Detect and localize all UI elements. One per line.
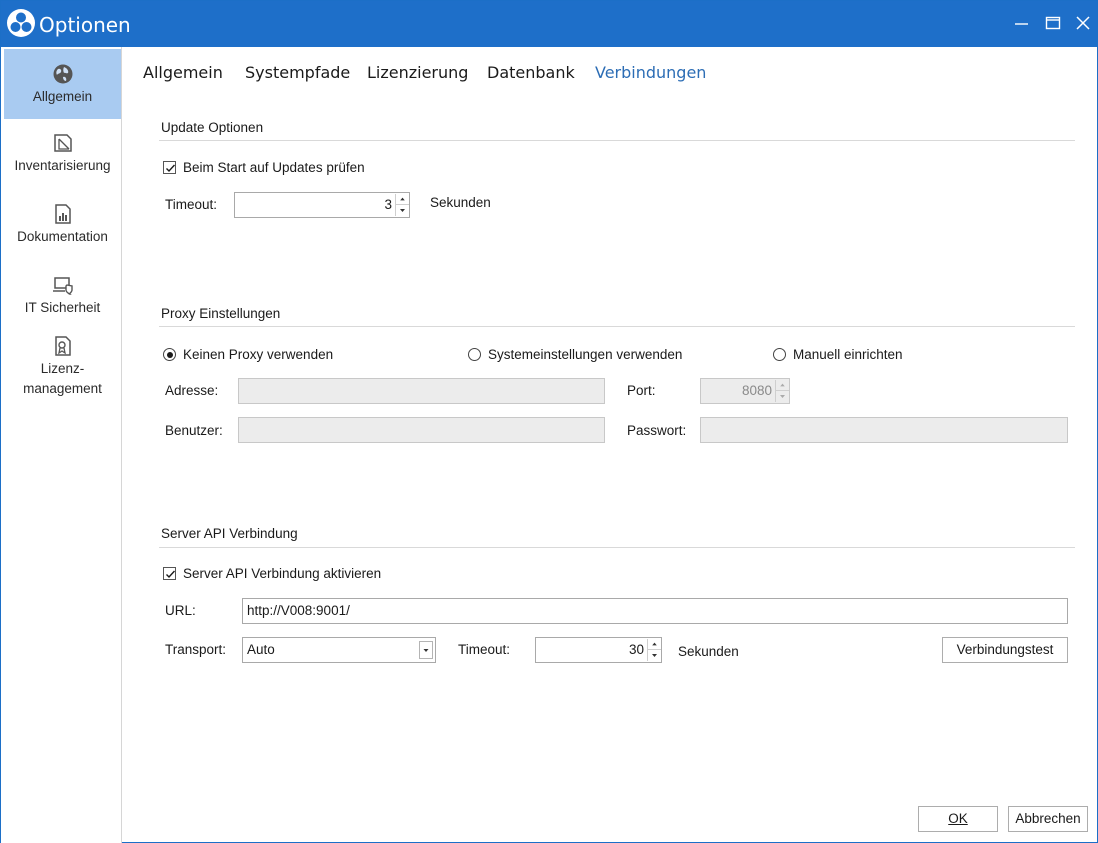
- transport-select[interactable]: Auto: [242, 637, 436, 663]
- chevron-down-icon: [423, 649, 429, 652]
- ok-button-label: OK: [948, 811, 968, 826]
- update-check-label: Beim Start auf Updates prüfen: [183, 160, 365, 175]
- update-timeout-value: 3: [384, 197, 392, 212]
- update-section-title: Update Optionen: [161, 120, 264, 135]
- divider: [159, 547, 1075, 548]
- url-label: URL:: [165, 603, 196, 618]
- tab-systempfade[interactable]: Systempfade: [245, 63, 350, 82]
- proxy-system-label: Systemeinstellungen verwenden: [488, 347, 683, 362]
- server-timeout-input[interactable]: 30: [535, 637, 662, 663]
- tab-lizenzierung[interactable]: Lizenzierung: [367, 63, 468, 82]
- checkmark-icon: [166, 570, 176, 579]
- options-window: Optionen Allgemein Inventarisierung Doku…: [0, 0, 1098, 843]
- radio-selected-dot: [166, 351, 173, 358]
- chevron-up-icon[interactable]: [776, 380, 789, 391]
- transport-label: Transport:: [165, 642, 227, 657]
- chevron-down-icon[interactable]: [648, 650, 661, 661]
- chevron-down-icon[interactable]: [396, 205, 409, 216]
- proxy-none-radio[interactable]: [163, 348, 176, 361]
- sidebar-item-it-sicherheit[interactable]: IT Sicherheit: [4, 274, 121, 330]
- sidebar-item-lizenzmanagement[interactable]: Lizenz- management: [4, 335, 121, 405]
- user-label: Benutzer:: [165, 423, 223, 438]
- proxy-manual-radio[interactable]: [773, 348, 786, 361]
- timeout-label: Timeout:: [165, 197, 218, 212]
- chevron-up-icon[interactable]: [648, 639, 661, 650]
- proxy-address-input[interactable]: [238, 378, 605, 404]
- password-label: Passwort:: [627, 423, 687, 438]
- proxy-none-label: Keinen Proxy verwenden: [183, 347, 334, 362]
- sidebar-item-label: Allgemein: [32, 89, 93, 104]
- proxy-password-input[interactable]: [700, 417, 1068, 443]
- proxy-port-stepper[interactable]: [775, 380, 789, 402]
- sidebar-item-label: Dokumentation: [17, 229, 108, 244]
- server-timeout-unit-label: Sekunden: [678, 644, 739, 659]
- connection-test-button[interactable]: Verbindungstest: [942, 637, 1068, 663]
- dropdown-button[interactable]: [419, 641, 433, 659]
- ok-button[interactable]: OK: [918, 806, 998, 832]
- sidebar-item-label: Lizenz-: [40, 361, 85, 376]
- server-api-enable-label: Server API Verbindung aktivieren: [183, 566, 382, 581]
- proxy-user-input[interactable]: [238, 417, 605, 443]
- address-label: Adresse:: [165, 383, 219, 398]
- tab-allgemein[interactable]: Allgemein: [143, 63, 223, 82]
- laptop-shield-icon: [52, 277, 73, 295]
- transport-selected-value: Auto: [247, 642, 275, 657]
- sidebar-item-inventarisierung[interactable]: Inventarisierung: [4, 132, 121, 188]
- divider: [159, 326, 1075, 327]
- cancel-button[interactable]: Abbrechen: [1008, 806, 1088, 832]
- proxy-manual-label: Manuell einrichten: [793, 347, 903, 362]
- tab-verbindungen[interactable]: Verbindungen: [595, 63, 706, 82]
- globe-icon: [53, 64, 72, 84]
- server-timeout-value: 30: [628, 642, 644, 657]
- update-timeout-input[interactable]: 3: [234, 192, 410, 218]
- chevron-up-icon[interactable]: [396, 194, 409, 205]
- update-timeout-stepper[interactable]: [395, 194, 409, 216]
- sidebar-item-label: management: [23, 381, 102, 396]
- window-title: Optionen: [39, 13, 131, 37]
- proxy-port-input[interactable]: 8080: [700, 378, 790, 404]
- server-timeout-stepper[interactable]: [647, 639, 661, 661]
- update-check-checkbox[interactable]: [163, 161, 176, 174]
- checkmark-icon: [166, 164, 176, 173]
- chevron-down-icon[interactable]: [776, 391, 789, 402]
- server-url-input[interactable]: http://V008:9001/: [242, 598, 1068, 624]
- server-timeout-label: Timeout:: [458, 642, 511, 657]
- close-icon[interactable]: [1072, 13, 1094, 35]
- proxy-system-radio[interactable]: [468, 348, 481, 361]
- server-api-section-title: Server API Verbindung: [161, 526, 298, 541]
- port-label: Port:: [627, 383, 656, 398]
- title-bar: Optionen: [1, 1, 1097, 47]
- server-api-enable-checkbox[interactable]: [163, 567, 176, 580]
- proxy-port-value: 8080: [741, 383, 772, 398]
- document-folded-icon: [53, 134, 72, 152]
- tab-datenbank[interactable]: Datenbank: [487, 63, 575, 82]
- certificate-icon: [54, 336, 71, 356]
- timeout-unit-label: Sekunden: [430, 195, 491, 210]
- sidebar-item-label: IT Sicherheit: [24, 300, 101, 315]
- divider: [159, 140, 1075, 141]
- report-chart-icon: [54, 204, 71, 224]
- minimize-icon[interactable]: [1011, 13, 1033, 35]
- maximize-icon[interactable]: [1042, 13, 1064, 35]
- sidebar-item-allgemein[interactable]: Allgemein: [4, 49, 121, 119]
- sidebar-item-dokumentation[interactable]: Dokumentation: [4, 203, 121, 259]
- sidebar-item-label: Inventarisierung: [14, 158, 111, 173]
- sidebar: Allgemein Inventarisierung Dokumentation: [1, 47, 122, 843]
- proxy-section-title: Proxy Einstellungen: [161, 306, 281, 321]
- app-logo-icon: [7, 9, 35, 37]
